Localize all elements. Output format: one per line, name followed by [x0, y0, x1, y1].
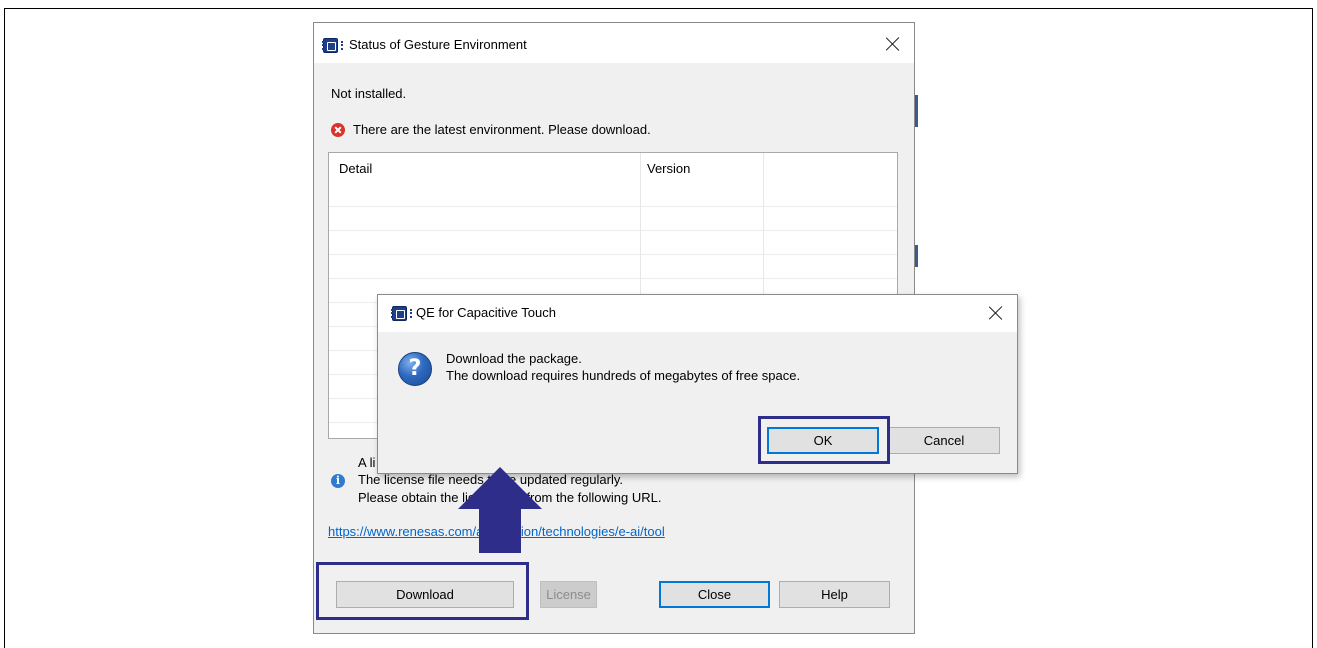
cancel-button[interactable]: Cancel — [888, 427, 1000, 454]
close-button[interactable]: Close — [659, 581, 770, 608]
info-icon: i — [331, 474, 345, 488]
download-confirm-dialog: QE for Capacitive Touch ? Download the p… — [377, 294, 1018, 474]
table-row — [329, 278, 897, 279]
dialog-title: Status of Gesture Environment — [349, 37, 527, 52]
table-row — [329, 206, 897, 207]
renesas-chip-icon — [391, 306, 412, 321]
title-bar: QE for Capacitive Touch — [378, 295, 1017, 332]
license-button: License — [540, 581, 597, 608]
error-message: There are the latest environment. Please… — [353, 122, 651, 137]
ok-button-highlight — [758, 416, 890, 464]
confirm-message-line1: Download the package. — [446, 351, 582, 366]
title-bar: Status of Gesture Environment — [314, 23, 914, 63]
help-button[interactable]: Help — [779, 581, 890, 608]
table-row — [329, 230, 897, 231]
question-icon: ? — [398, 352, 432, 386]
install-status-text: Not installed. — [331, 86, 407, 101]
column-header-detail: Detail — [339, 161, 373, 176]
arrow-shape — [458, 467, 542, 553]
close-icon[interactable] — [989, 306, 1003, 320]
table-row — [329, 254, 897, 255]
background-window-edge — [915, 245, 918, 267]
download-button-highlight — [316, 562, 529, 620]
confirm-message-line2: The download requires hundreds of megaby… — [446, 368, 801, 383]
close-icon[interactable] — [886, 37, 900, 51]
license-info-line1: A li — [358, 455, 376, 470]
dialog-title: QE for Capacitive Touch — [416, 305, 556, 320]
error-icon — [331, 123, 345, 137]
renesas-chip-icon — [322, 38, 343, 53]
column-header-version: Version — [647, 161, 691, 176]
up-arrow-icon — [458, 467, 542, 553]
background-window-edge — [915, 95, 918, 127]
